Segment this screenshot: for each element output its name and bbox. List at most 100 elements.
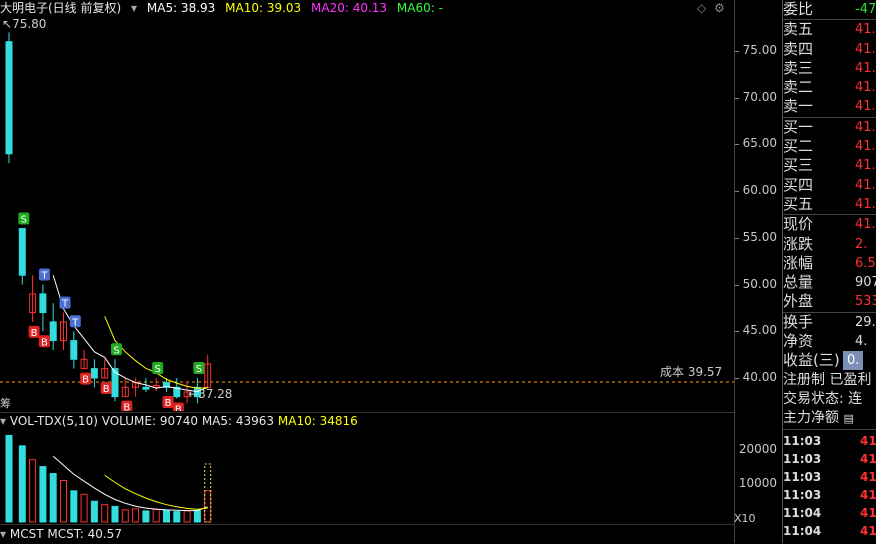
price-axis-tickmark	[735, 191, 739, 193]
signal-badge-S[interactable]: S	[152, 361, 164, 375]
volume-bar	[193, 510, 201, 523]
vol-value: VOLUME: 90740	[101, 414, 198, 428]
candle-body[interactable]	[18, 228, 26, 276]
high-value: 75.80	[12, 17, 47, 31]
ma5-line	[52, 275, 208, 393]
signal-letter: B	[31, 328, 38, 339]
candle-body[interactable]	[70, 340, 78, 360]
tick-row: 11:03 41	[783, 468, 876, 486]
candle-body[interactable]	[49, 321, 57, 342]
signal-badge-B[interactable]: B	[28, 325, 40, 339]
vol-indicator[interactable]: VOL-TDX(5,10)	[10, 414, 98, 428]
quote-row: 涨跌 2.	[783, 235, 876, 254]
quote-row-value: 533	[855, 294, 876, 310]
volume-bar	[142, 510, 150, 523]
quote-row-value: 41.	[855, 80, 876, 96]
volume-bar	[132, 508, 140, 523]
signal-badge-B[interactable]: B	[162, 395, 174, 409]
candle-body[interactable]	[142, 386, 150, 390]
price-axis-tickmark	[735, 144, 739, 146]
main-flow[interactable]: 主力净额 ▤	[783, 409, 876, 428]
signal-badge-S[interactable]: S	[111, 343, 122, 356]
tick-time: 11:03	[783, 469, 822, 484]
quote-row-label: 买五	[783, 194, 814, 213]
settings-icon[interactable]: ⚙	[714, 0, 725, 17]
signal-badge-T[interactable]: T	[69, 315, 81, 328]
volume-forecast	[204, 463, 212, 523]
quote-row: 总量 907	[783, 273, 876, 292]
vol-ma10-line	[104, 474, 208, 510]
chart-header: 大明电子(日线 前复权) ▾ MA5: 38.93 MA10: 39.03 MA…	[0, 0, 734, 18]
left-fragment: 筹	[0, 397, 11, 410]
price-axis-tick: 50.00	[742, 276, 777, 291]
quote-row-label: 卖四	[783, 39, 814, 58]
volume-bar	[90, 500, 98, 523]
diamond-icon[interactable]: ◇	[697, 0, 706, 17]
signal-letter: B	[103, 384, 110, 395]
signal-badge-B[interactable]: B	[38, 335, 50, 348]
quote-row-value: -47.7	[855, 2, 876, 17]
quote-row-label: 买二	[783, 137, 814, 156]
candle-body[interactable]	[5, 41, 13, 155]
signal-badge-B[interactable]: B	[80, 372, 92, 386]
tick-price: 41	[860, 487, 876, 502]
stock-title[interactable]: 大明电子(日线 前复权)	[0, 1, 121, 15]
high-marker: ↖75.80	[2, 17, 47, 31]
quote-row-value: 6.5	[855, 255, 876, 271]
tick-row: 11:04 41	[783, 522, 876, 540]
signal-badge-S[interactable]: S	[18, 212, 30, 226]
quote-row: 换手 29.2	[783, 313, 876, 332]
chevron-down-icon[interactable]: ▾	[0, 527, 6, 541]
volume-bar	[121, 509, 129, 523]
price-axis-tick: 75.00	[742, 43, 777, 58]
trade-status: 交易状态: 连	[783, 390, 863, 407]
signal-badge-T[interactable]: T	[59, 296, 71, 310]
tick-price: 41	[860, 433, 876, 448]
volume-header: ▾ VOL-TDX(5,10) VOLUME: 90740 MA5: 43963…	[0, 412, 734, 429]
tick-time: 11:03	[783, 451, 822, 466]
tick-row: 11:03 41	[783, 432, 876, 450]
volume-bar	[101, 504, 109, 523]
signal-badge-T[interactable]: T	[38, 268, 50, 282]
vol-unit: X10	[734, 512, 756, 525]
volume-bar	[49, 473, 57, 523]
tick-time: 11:03	[783, 433, 822, 448]
price-axis-tick: 55.00	[742, 229, 777, 244]
tick-time: 11:04	[783, 505, 822, 520]
candle-body[interactable]	[39, 293, 47, 314]
price-chart[interactable]: SBTBTTBBSBSBBS	[0, 18, 734, 411]
signal-letter: B	[41, 337, 48, 348]
signal-badge-B[interactable]: B	[100, 381, 112, 395]
quote-row-value: 29.2	[855, 314, 876, 330]
volume-bar	[39, 466, 47, 523]
signal-badge-B[interactable]: B	[121, 400, 133, 411]
quote-row-label: 总量	[783, 273, 814, 292]
quote-row-value: 41.	[855, 217, 876, 233]
mcst-label[interactable]: MCST	[10, 527, 44, 541]
volume-bar	[173, 511, 181, 523]
signal-badge-B[interactable]: B	[172, 402, 184, 411]
signal-badge-S[interactable]: S	[193, 361, 205, 375]
volume-bar	[70, 490, 78, 523]
tick-price: 41	[860, 469, 876, 484]
chevron-down-icon[interactable]: ▾	[131, 1, 137, 15]
candle-body[interactable]	[90, 368, 98, 379]
quote-row: 买二 41.	[783, 137, 876, 156]
ma60-label: MA60: -	[396, 1, 443, 15]
quote-row: 买五 41.	[783, 195, 876, 214]
price-axis-tickmark	[735, 51, 739, 53]
price-axis-tick: 65.00	[742, 136, 777, 151]
quote-row-value: 0.	[843, 351, 864, 371]
price-axis-tick: 40.00	[742, 369, 777, 384]
quote-row-label: 现价	[783, 215, 814, 234]
quote-row-value: 41.	[855, 99, 876, 115]
quote-row-value: 41.	[855, 158, 876, 174]
volume-chart[interactable]	[0, 429, 734, 524]
price-axis-tickmark	[735, 284, 739, 286]
chevron-down-icon[interactable]: ▾	[0, 414, 6, 428]
quote-row-value: 41.	[855, 41, 876, 57]
signal-letter: S	[155, 364, 161, 375]
list-icon[interactable]: ▤	[843, 412, 853, 425]
quote-row: 卖二 41.	[783, 78, 876, 97]
quote-row: 买四 41.	[783, 176, 876, 195]
